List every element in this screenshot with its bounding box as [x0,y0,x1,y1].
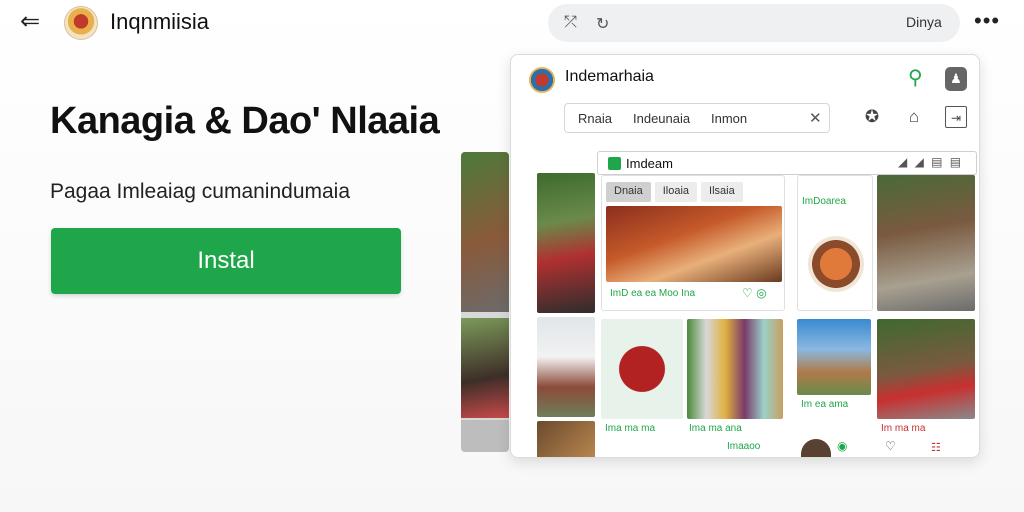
app-icon [608,157,621,170]
search-label: Dinya [906,14,942,30]
house-photo [877,175,975,311]
tab[interactable]: Dnaia [606,182,651,202]
app-logo [529,67,555,93]
inner-window-title: Imdeam [626,156,673,171]
search-bar[interactable]: ⤱ ↻ Dinya [548,4,960,42]
food-photo [537,421,595,457]
tab[interactable]: Ilsaia [701,182,743,202]
card-caption: Ima ma ma [605,423,656,434]
house-photo [461,152,509,312]
card-caption: Imaaoo [727,441,761,452]
hero-subtitle: Pagaa Imleaiag cumanindumaia [50,180,351,203]
food-photo [808,236,864,292]
person-photo [461,318,509,418]
card-caption: Im ma ma [881,423,926,434]
bookmark-icon[interactable]: ☷ [931,441,941,454]
thumbnail-photo [461,420,509,452]
top-bar: ⇐ Inqnmiisia ⤱ ↻ Dinya ••• [0,0,1024,46]
page: ⇐ Inqnmiisia ⤱ ↻ Dinya ••• Kanagia & Dao… [0,0,1024,512]
like-icon[interactable]: ♡ ◎ [742,286,767,300]
card-caption: Im ea ama [801,399,849,410]
feed-card[interactable]: Dnaia Iloaia Ilsaia ImD ea ea Moo Ina ♡ … [601,175,785,311]
clothing-photo [687,319,783,419]
more-icon[interactable]: ••• [974,8,1000,34]
back-arrow-icon[interactable]: ⇐ [20,10,48,34]
refresh-icon[interactable]: ↻ [596,14,609,34]
close-icon[interactable]: ✕ [809,109,822,127]
share-icon[interactable]: ⤱ [564,14,577,32]
site-title: Inqnmiisia [110,9,210,34]
filter-chip[interactable]: Inmon [711,111,747,126]
restaurant-photo [606,206,782,282]
hero-title: Kanagia & Dao' Nlaaia [50,100,440,142]
edit-icon[interactable]: ⇥ [945,106,967,128]
avatar[interactable] [801,439,831,457]
heart-icon[interactable]: ♡ [885,439,896,453]
card-caption: ImDoarea [802,196,846,207]
background-photo-strip [461,152,509,452]
site-logo[interactable] [64,6,98,40]
feed-card[interactable]: ImDoarea [797,175,873,311]
settings-icon[interactable]: ✪ [861,106,883,128]
temple-photo [797,319,871,395]
fruit-photo [601,319,683,419]
house-photo [537,317,595,417]
home-icon[interactable]: ⌂ [903,106,925,128]
person-photo [537,173,595,313]
filter-chip[interactable]: Rnaia [578,111,612,126]
card-caption: Ima ma ana [689,423,742,434]
install-button[interactable]: Instal [51,228,401,294]
check-icon[interactable]: ◉ [837,439,847,453]
app-title: Indemarhaia [565,68,654,85]
status-icons: ◢ ◢ ▤ ▤ [898,155,964,169]
app-window: Indemarhaia ⚲ ♟ Rnaia Indeunaia Inmon ✕ … [510,54,980,458]
street-photo [877,319,975,419]
tab[interactable]: Iloaia [654,182,698,202]
inner-window-bar: Imdeam ◢ ◢ ▤ ▤ [597,151,977,175]
filter-chip[interactable]: Indeunaia [633,111,690,126]
search-icon[interactable]: ⚲ [908,65,923,90]
user-icon[interactable]: ♟ [945,67,967,91]
tab-row: Dnaia Iloaia Ilsaia [606,182,743,202]
card-caption: ImD ea ea Moo Ina [610,288,696,299]
filter-bar[interactable]: Rnaia Indeunaia Inmon ✕ [564,103,830,133]
